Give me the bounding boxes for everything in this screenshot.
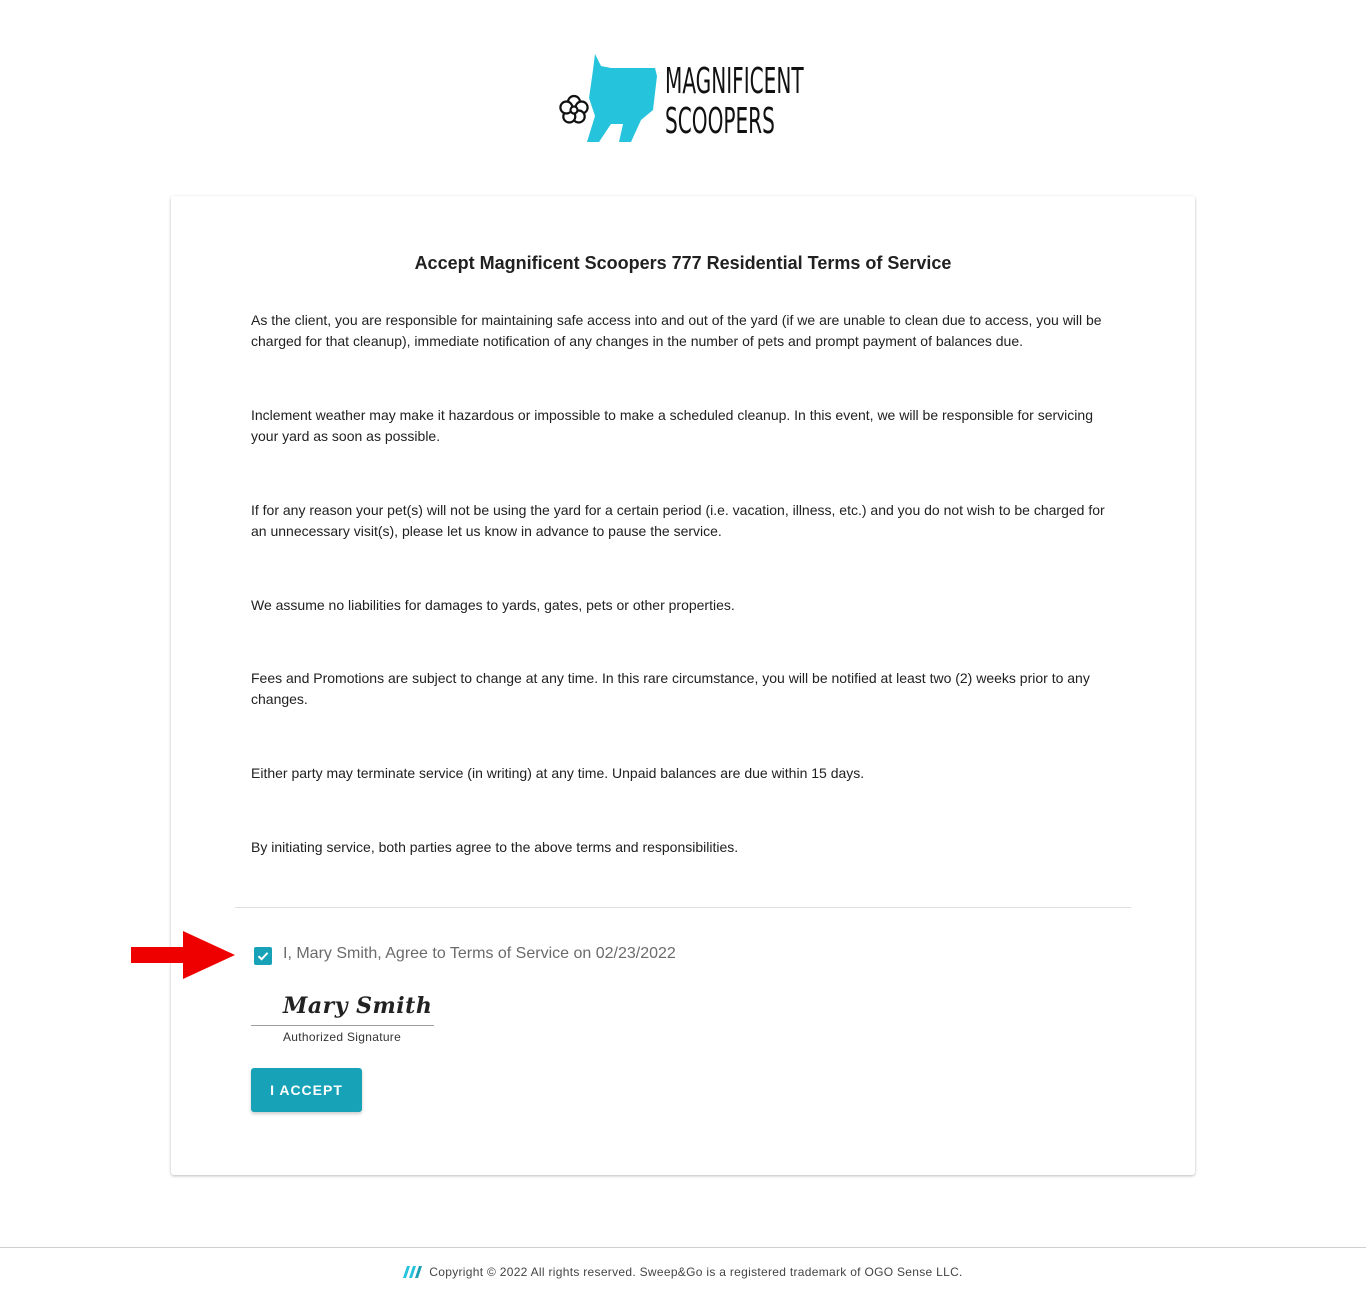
checkmark-icon [257,952,269,961]
terms-paragraph-3: If for any reason your pet(s) will not b… [251,502,1105,539]
page-title: Accept Magnificent Scoopers 777 Resident… [414,253,952,273]
logo-wordmark: MAGNIFICENT SCOOPERS [665,62,804,142]
signature: Mary Smith [283,993,433,1019]
terms-paragraph-1: As the client, you are responsible for m… [251,312,1102,349]
dog-flower-logo-icon [559,54,657,142]
brand-logo: MAGNIFICENT SCOOPERS [553,50,813,150]
logo-line-2: SCOOPERS [665,101,775,142]
accept-button[interactable]: I ACCEPT [251,1068,362,1112]
signature-caption: Authorized Signature [283,1030,402,1044]
terms-paragraph-7: By initiating service, both parties agre… [251,839,739,855]
terms-paragraph-2: Inclement weather may make it hazardous … [251,407,1093,444]
footer-divider [0,1247,1366,1248]
terms-paragraph-5: Fees and Promotions are subject to chang… [251,670,1090,707]
divider [235,907,1131,908]
signature-line [251,1025,434,1026]
right-arrow-icon [131,931,235,979]
agree-checkbox[interactable] [254,947,272,965]
footer-copyright: Copyright © 2022 All rights reserved. Sw… [429,1265,963,1279]
sweepandgo-icon [403,1266,423,1278]
agree-label[interactable]: I, Mary Smith, Agree to Terms of Service… [283,945,676,963]
logo-line-1: MAGNIFICENT [665,61,804,102]
terms-paragraph-6: Either party may terminate service (in w… [251,765,865,781]
footer: Copyright © 2022 All rights reserved. Sw… [0,1265,1366,1279]
terms-paragraph-4: We assume no liabilities for damages to … [251,597,735,613]
terms-card: Accept Magnificent Scoopers 777 Resident… [171,196,1195,1175]
